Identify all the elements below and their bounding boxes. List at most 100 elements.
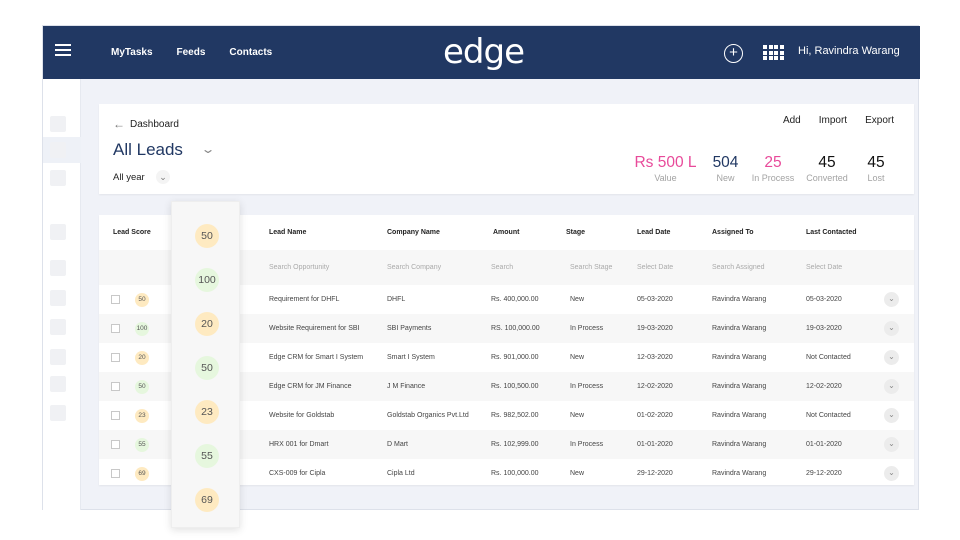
col-amount[interactable]: Amount xyxy=(493,229,519,236)
apps-grid-icon[interactable] xyxy=(763,45,784,60)
sidebar-item[interactable] xyxy=(50,319,66,335)
col-company-name[interactable]: Company Name xyxy=(387,229,440,236)
cell-lead-date: 12-02-2020 xyxy=(637,383,673,390)
chevron-down-icon[interactable]: ⌄ xyxy=(884,292,899,307)
chevron-down-icon[interactable]: ⌄ xyxy=(200,142,215,156)
sidebar-item[interactable] xyxy=(50,260,66,276)
last-contacted-date-picker[interactable]: Select Date xyxy=(806,264,842,271)
back-to-dashboard-link[interactable]: ← Dashboard xyxy=(113,117,179,131)
chevron-down-icon[interactable]: ⌄ xyxy=(156,170,170,184)
stat-value: 45 xyxy=(867,154,885,171)
cell-amount: Rs. 400,000.00 xyxy=(491,296,539,303)
search-opportunity-input[interactable]: Search Opportunity xyxy=(269,264,329,271)
stat-in-process[interactable]: 25 In Process xyxy=(748,154,798,183)
search-stage-input[interactable]: Search Stage xyxy=(570,264,612,271)
page-title[interactable]: All Leads xyxy=(113,140,183,160)
chevron-down-icon[interactable]: ⌄ xyxy=(884,437,899,452)
stat-value: 504 xyxy=(712,154,739,171)
user-greeting[interactable]: Hi, Ravindra Warang xyxy=(798,45,900,57)
header-actions: Add Import Export xyxy=(783,115,894,126)
lead-score-badge: 100 xyxy=(135,321,149,336)
lead-score-badge: 50 xyxy=(135,379,149,394)
row-checkbox[interactable] xyxy=(111,324,120,333)
cell-lead-name: Requirement for DHFL xyxy=(269,296,340,303)
add-button[interactable]: Add xyxy=(783,115,801,126)
stat-label: New xyxy=(716,173,735,183)
cell-lead-date: 19-03-2020 xyxy=(637,325,673,332)
add-circle-icon[interactable]: + xyxy=(724,44,743,63)
lead-score-drag-column[interactable]: 50 100 20 50 23 55 69 xyxy=(171,201,240,528)
import-button[interactable]: Import xyxy=(819,115,847,126)
col-assigned-to[interactable]: Assigned To xyxy=(712,229,753,236)
col-stage[interactable]: Stage xyxy=(566,229,585,236)
stat-value: 45 xyxy=(818,154,836,171)
cell-stage: In Process xyxy=(570,441,604,448)
col-lead-score[interactable]: Lead Score xyxy=(113,229,151,236)
lead-score-bubble: 20 xyxy=(195,312,219,336)
search-amount-input[interactable]: Search xyxy=(491,264,513,271)
col-lead-name[interactable]: Lead Name xyxy=(269,229,306,236)
chevron-down-icon[interactable]: ⌄ xyxy=(884,379,899,394)
row-checkbox[interactable] xyxy=(111,295,120,304)
cell-company-name: SBI Payments xyxy=(387,325,432,332)
cell-company-name: Cipla Ltd xyxy=(387,470,415,477)
cell-company-name: Goldstab Organics Pvt.Ltd xyxy=(387,412,469,419)
row-checkbox[interactable] xyxy=(111,411,120,420)
lead-score-bubble: 100 xyxy=(195,268,219,292)
cell-last-contacted: 29-12-2020 xyxy=(806,470,842,477)
cell-lead-name: Edge CRM for Smart I System xyxy=(269,354,364,361)
period-select[interactable]: All year xyxy=(113,172,145,183)
search-assigned-input[interactable]: Search Assigned xyxy=(712,264,765,271)
stat-value[interactable]: Rs 500 L Value xyxy=(628,154,703,183)
chevron-down-icon[interactable]: ⌄ xyxy=(884,350,899,365)
cell-stage: New xyxy=(570,470,585,477)
edge-logo[interactable]: edge xyxy=(443,32,525,72)
lead-score-bubble: 50 xyxy=(195,224,219,248)
stat-lost[interactable]: 45 Lost xyxy=(856,154,896,183)
col-last-contacted[interactable]: Last Contacted xyxy=(806,229,857,236)
sidebar-item[interactable] xyxy=(50,349,66,365)
col-lead-date[interactable]: Lead Date xyxy=(637,229,670,236)
row-checkbox[interactable] xyxy=(111,469,120,478)
sidebar-item[interactable] xyxy=(50,405,66,421)
sidebar-item[interactable] xyxy=(50,224,66,240)
cell-company-name: D Mart xyxy=(387,441,408,448)
sidebar-item[interactable] xyxy=(50,116,66,132)
cell-lead-name: HRX 001 for Dmart xyxy=(269,441,329,448)
sidebar-item[interactable] xyxy=(50,290,66,306)
export-button[interactable]: Export xyxy=(865,115,894,126)
cell-lead-date: 29-12-2020 xyxy=(637,470,673,477)
cell-lead-name: CXS-009 for Cipla xyxy=(269,470,326,477)
cell-lead-name: Edge CRM for JM Finance xyxy=(269,383,352,390)
lead-date-picker[interactable]: Select Date xyxy=(637,264,673,271)
row-checkbox[interactable] xyxy=(111,440,120,449)
cell-stage: New xyxy=(570,354,585,361)
lead-score-badge: 69 xyxy=(135,466,149,481)
lead-score-badge: 23 xyxy=(135,408,149,423)
stat-label: In Process xyxy=(751,173,795,183)
leads-header-card: ← Dashboard All Leads ⌄ All year ⌄ Add I… xyxy=(99,104,914,194)
row-checkbox[interactable] xyxy=(111,382,120,391)
cell-last-contacted: 01-01-2020 xyxy=(806,441,842,448)
stat-value: Rs 500 L xyxy=(634,154,697,171)
stat-converted[interactable]: 45 Converted xyxy=(798,154,856,183)
sidebar-item-active[interactable] xyxy=(50,142,66,158)
search-company-input[interactable]: Search Company xyxy=(387,264,441,271)
row-checkbox[interactable] xyxy=(111,353,120,362)
sidebar-item[interactable] xyxy=(50,170,66,186)
stat-new[interactable]: 504 New xyxy=(703,154,748,183)
cell-lead-name: Website Requirement for SBI xyxy=(269,325,360,332)
lead-score-bubble: 50 xyxy=(195,356,219,380)
chevron-down-icon[interactable]: ⌄ xyxy=(884,321,899,336)
lead-score-bubble: 23 xyxy=(195,400,219,424)
nav-feeds[interactable]: Feeds xyxy=(177,47,206,58)
chevron-down-icon[interactable]: ⌄ xyxy=(884,466,899,481)
breadcrumb-dashboard: Dashboard xyxy=(130,118,179,130)
cell-stage: In Process xyxy=(570,325,604,332)
chevron-down-icon[interactable]: ⌄ xyxy=(884,408,899,423)
left-sidebar xyxy=(43,79,81,510)
nav-contacts[interactable]: Contacts xyxy=(229,47,272,58)
nav-mytasks[interactable]: MyTasks xyxy=(111,47,153,58)
menu-icon[interactable] xyxy=(55,44,71,56)
sidebar-item[interactable] xyxy=(50,376,66,392)
